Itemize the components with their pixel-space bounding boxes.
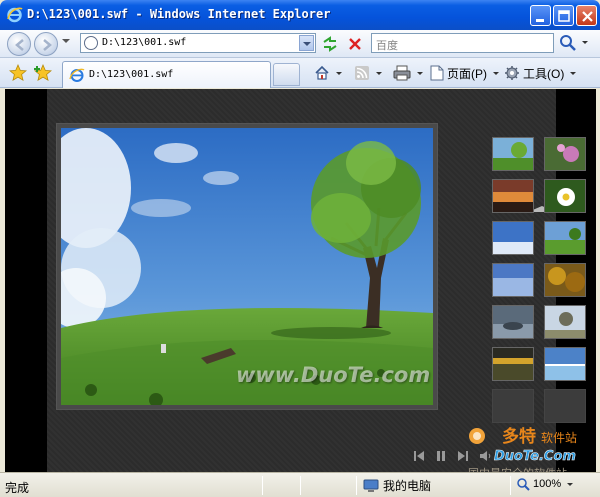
zoom-icon	[517, 478, 530, 491]
thumbnail-golden-sunset	[493, 348, 533, 380]
thumbnail-blue-gradient	[493, 264, 533, 296]
thumbnail[interactable]	[492, 305, 534, 339]
thumbnail-white-daisy	[545, 180, 585, 212]
home-icon	[315, 65, 329, 80]
status-bar: 完成 我的电脑 100%	[0, 472, 600, 497]
status-divider	[510, 476, 511, 495]
prev-icon[interactable]	[413, 450, 425, 462]
tab-active[interactable]: D:\123\001.swf	[62, 61, 271, 88]
ie-logo-icon	[7, 7, 23, 23]
page-menu[interactable]: 页面(P)	[430, 64, 499, 82]
thumbnail-sea-horizon	[545, 348, 585, 380]
favorites-star-icon[interactable]	[9, 64, 27, 82]
svg-text:DuoTe.Com: DuoTe.Com	[494, 449, 576, 464]
zoom-level: 100%	[533, 478, 562, 490]
new-tab-button[interactable]	[273, 63, 300, 86]
home-button[interactable]	[314, 64, 342, 82]
address-text: D:\123\001.swf	[102, 37, 187, 48]
tools-dropdown-icon	[570, 71, 577, 75]
refresh-icon[interactable]	[321, 35, 339, 53]
page-menu-label: 页面(P)	[447, 66, 487, 81]
address-field[interactable]: D:\123\001.swf	[80, 33, 316, 53]
address-dropdown-button[interactable]	[299, 35, 314, 51]
thumbnail[interactable]	[544, 263, 586, 297]
page-dropdown-icon	[493, 71, 499, 75]
thumbnail-rock-shore	[493, 306, 533, 338]
gear-icon	[505, 66, 519, 80]
thumbnail[interactable]	[492, 347, 534, 381]
search-icon[interactable]	[558, 34, 578, 52]
recent-pages-dropdown[interactable]	[62, 39, 70, 43]
status-divider	[356, 476, 357, 495]
close-button[interactable]	[576, 5, 597, 26]
thumbnail[interactable]	[544, 347, 586, 381]
forward-button[interactable]	[34, 32, 58, 56]
status-text: 完成	[5, 481, 30, 495]
tab-label: D:\123\001.swf	[89, 69, 174, 80]
tab-toolbar: D:\123\001.swf 页面(P) 工具(O)	[0, 58, 600, 88]
thumbnail[interactable]	[492, 263, 534, 297]
thumbnail[interactable]	[544, 179, 586, 213]
title-bar: D:\123\001.swf - Windows Internet Explor…	[0, 0, 600, 30]
page-icon	[430, 65, 444, 81]
thumbnail-sunset	[493, 180, 533, 212]
print-icon	[393, 65, 411, 81]
window-title: D:\123\001.swf - Windows Internet Explor…	[27, 7, 331, 21]
photo-watermark: www.DuoTe.com	[236, 363, 431, 387]
thumbnail-green-field	[545, 222, 585, 254]
back-arrow-icon	[15, 39, 24, 51]
thumbnail-blue-sky	[493, 222, 533, 254]
print-dropdown-icon	[417, 71, 423, 75]
address-toolbar: D:\123\001.swf 百度	[0, 30, 600, 58]
home-dropdown-icon	[336, 71, 342, 75]
search-options-dropdown[interactable]	[582, 41, 588, 44]
add-favorite-icon[interactable]	[34, 64, 52, 82]
status-divider	[262, 476, 263, 495]
thumbnail[interactable]	[544, 305, 586, 339]
pause-icon[interactable]	[435, 450, 447, 462]
feeds-button[interactable]	[354, 64, 382, 82]
main-photo[interactable]: www.DuoTe.com	[61, 128, 433, 405]
thumbnail-meadow-tree	[493, 138, 533, 170]
search-placeholder: 百度	[376, 40, 398, 52]
thumbnail-empty	[544, 389, 586, 423]
forward-arrow-icon	[43, 39, 52, 51]
page-icon	[84, 36, 98, 50]
back-button[interactable]	[7, 32, 31, 56]
thumbnail[interactable]	[492, 137, 534, 171]
tools-menu[interactable]: 工具(O)	[504, 64, 577, 82]
thumbnail[interactable]	[492, 221, 534, 255]
maximize-button[interactable]	[553, 5, 574, 26]
close-icon	[582, 11, 593, 22]
ie-page-icon	[69, 68, 85, 82]
thumbnail[interactable]	[544, 221, 586, 255]
zone-label: 我的电脑	[383, 479, 432, 493]
thumbnail-pink-flower	[545, 138, 585, 170]
rss-icon	[355, 66, 369, 80]
svg-text:软件站: 软件站	[541, 431, 577, 445]
status-divider	[300, 476, 301, 495]
zoom-control[interactable]: 100%	[516, 477, 574, 491]
tools-menu-label: 工具(O)	[523, 66, 565, 81]
search-input[interactable]: 百度	[371, 33, 554, 53]
computer-icon	[363, 479, 379, 492]
minimize-button[interactable]	[530, 5, 551, 26]
feeds-dropdown-icon	[376, 71, 382, 75]
flash-gallery-player[interactable]: www.DuoTe.com	[47, 89, 586, 472]
thumbnail-lone-tree	[545, 306, 585, 338]
thumbnail-empty	[492, 389, 534, 423]
duote-site-logo: 多特 软件站 DuoTe.Com 国内最安全的软件站	[468, 426, 577, 480]
thumbnail-autumn-forest	[545, 264, 585, 296]
stop-icon[interactable]	[346, 35, 364, 53]
minimize-icon	[536, 19, 544, 22]
security-zone[interactable]: 我的电脑	[363, 477, 431, 494]
svg-text:多特: 多特	[502, 426, 536, 447]
zoom-dropdown-icon	[567, 482, 574, 486]
main-image-frame: www.DuoTe.com	[56, 123, 438, 410]
maximize-icon	[558, 10, 570, 22]
thumbnail[interactable]	[544, 137, 586, 171]
page-content: www.DuoTe.com	[5, 89, 596, 472]
thumbnail[interactable]	[492, 179, 534, 213]
print-button[interactable]	[393, 64, 423, 82]
